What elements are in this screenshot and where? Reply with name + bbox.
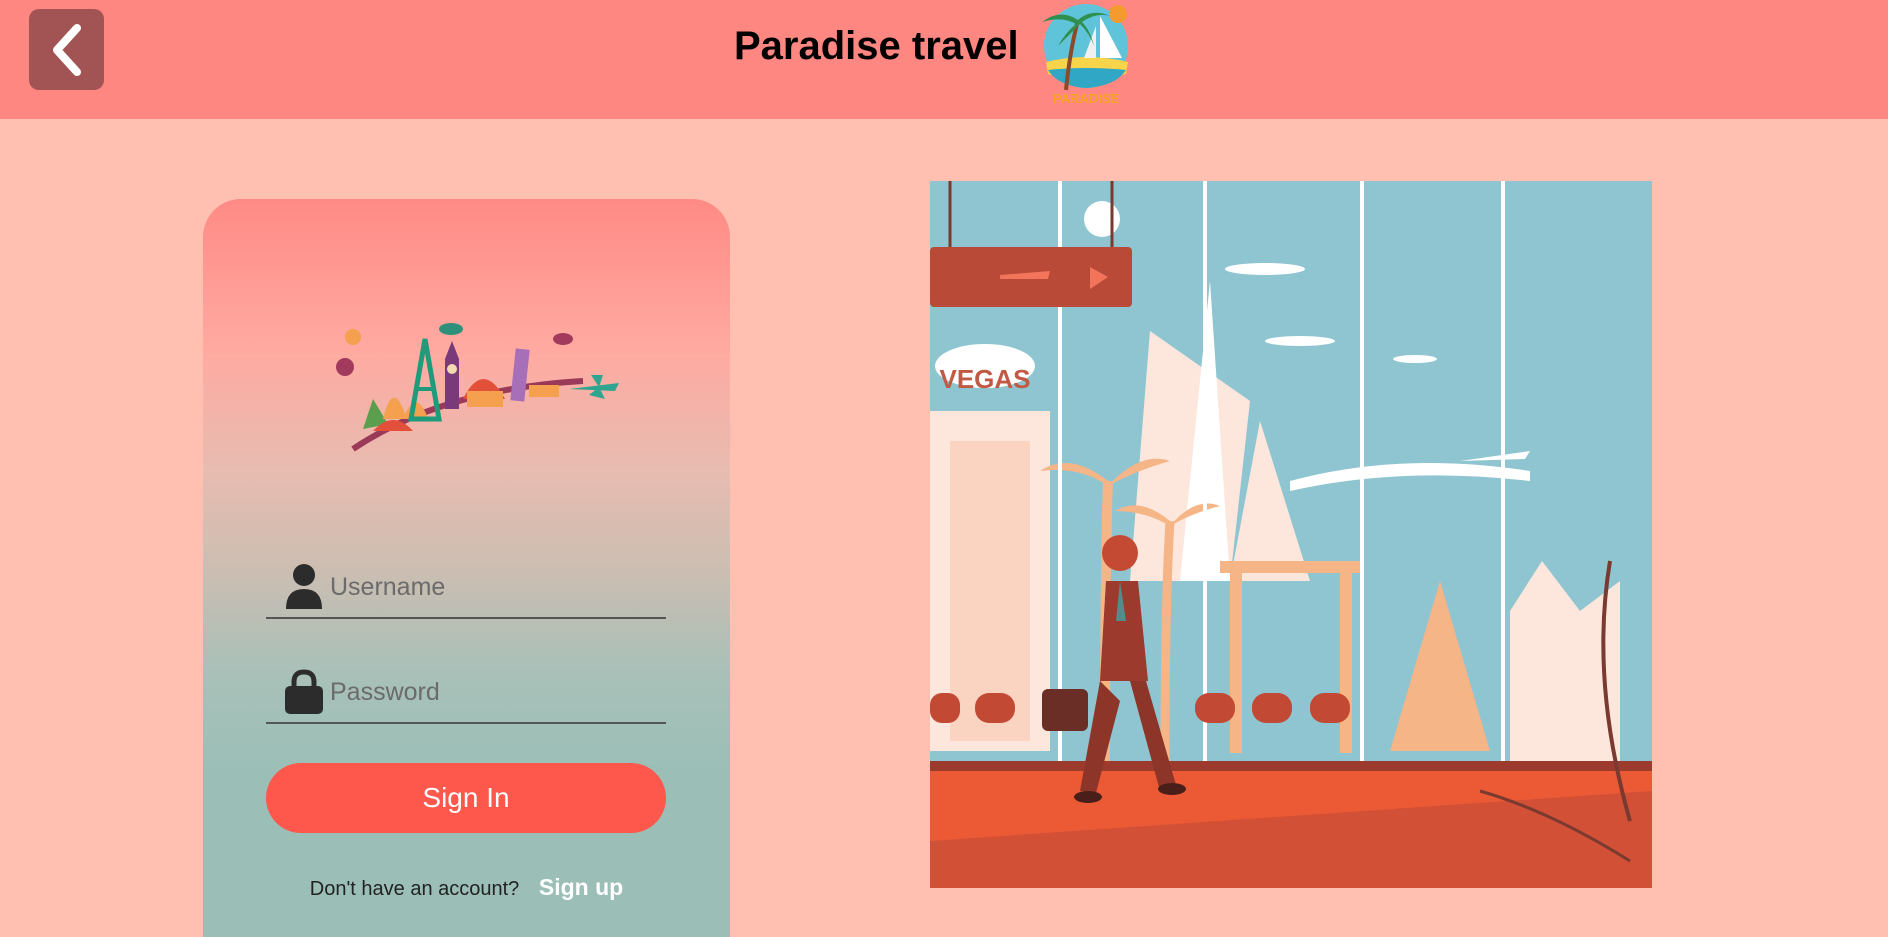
paradise-logo: PARADISE	[1042, 4, 1128, 106]
sign-up-link[interactable]: Sign up	[539, 874, 623, 900]
no-account-text: Don't have an account?	[309, 878, 520, 900]
header-bar: Paradise travel PARADISE	[0, 0, 1888, 119]
signup-row: Don't have an account? Sign up	[203, 874, 730, 901]
traveler-illustration: VEGAS	[930, 181, 1652, 888]
airport-illustration: VEGAS	[930, 181, 1652, 888]
sign-in-button[interactable]: Sign In	[266, 763, 666, 833]
svg-text:VEGAS: VEGAS	[939, 364, 1030, 394]
lock-icon	[285, 669, 323, 714]
chevron-left-icon	[52, 23, 81, 76]
login-card: Sign In Don't have an account? Sign up	[203, 199, 730, 937]
page-title: Paradise travel	[734, 24, 1019, 68]
username-field	[266, 549, 666, 619]
landmarks-illustration	[336, 323, 619, 452]
username-input[interactable]	[330, 569, 650, 605]
password-input[interactable]	[330, 674, 650, 710]
password-field	[266, 654, 666, 724]
back-button[interactable]	[29, 9, 104, 90]
user-icon	[286, 564, 322, 609]
svg-text:PARADISE: PARADISE	[1053, 91, 1120, 106]
